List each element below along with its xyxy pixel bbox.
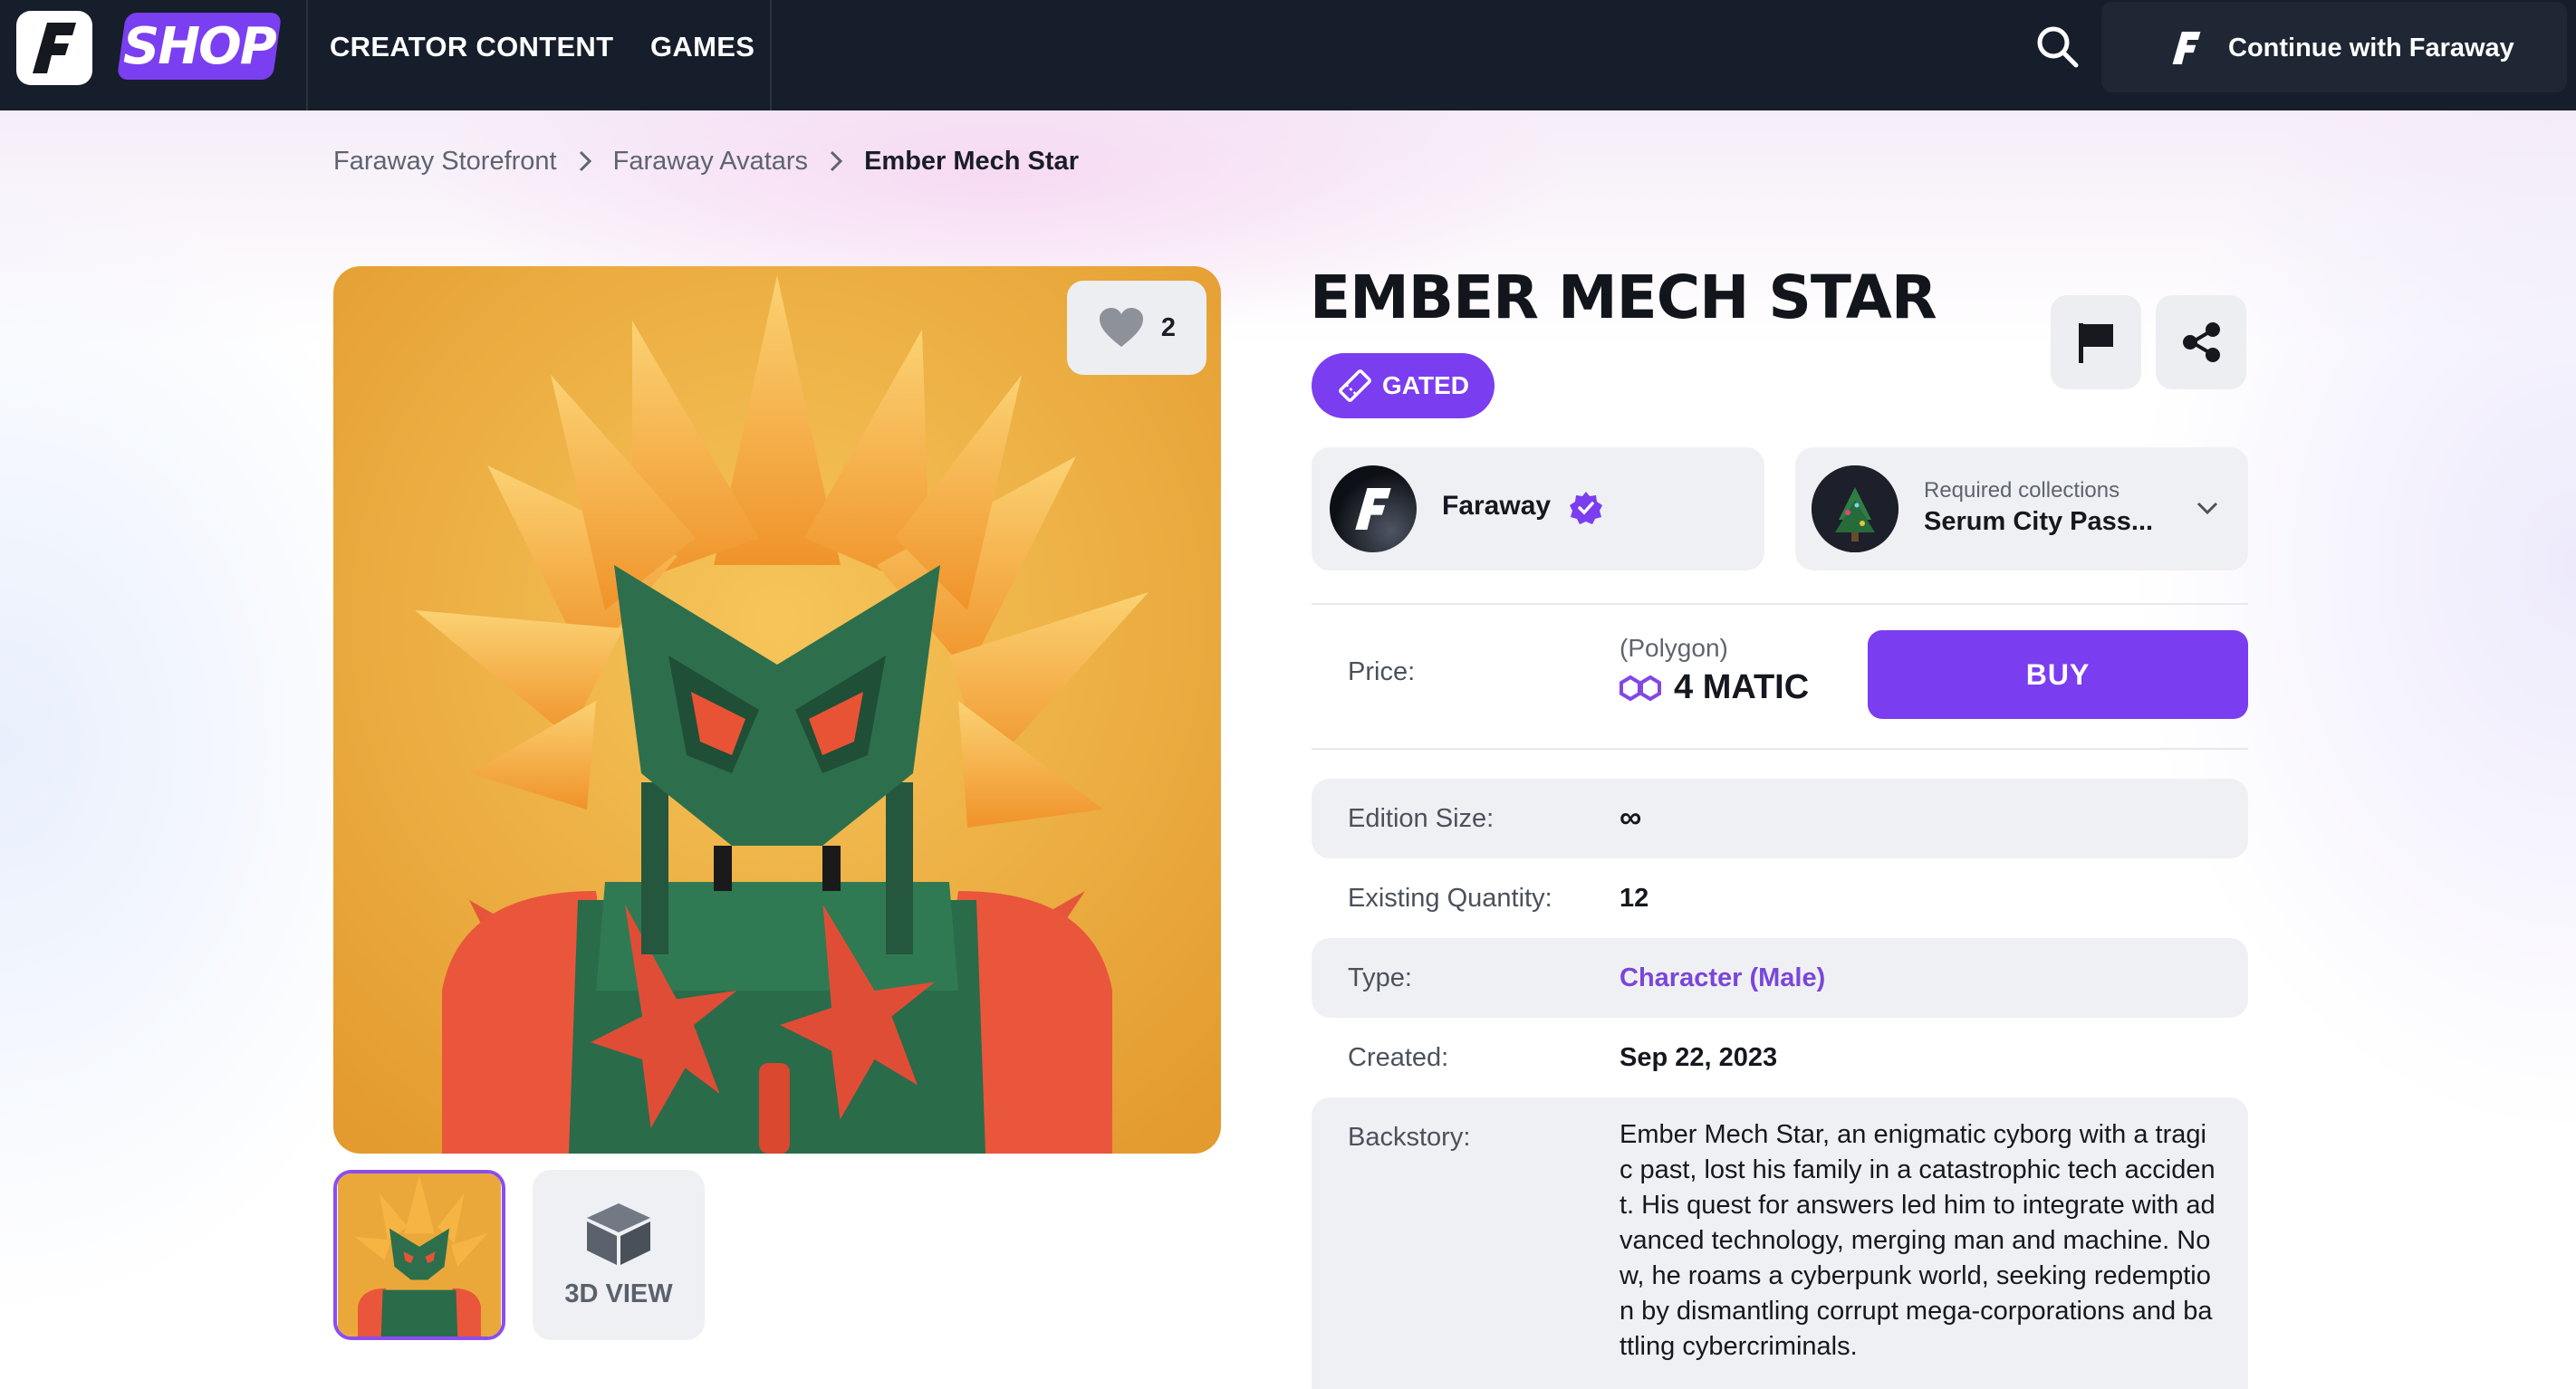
verified-badge-icon bbox=[1570, 492, 1602, 524]
like-button[interactable]: 2 bbox=[1067, 281, 1206, 375]
buy-label: BUY bbox=[2025, 657, 2091, 691]
nav-divider bbox=[770, 0, 772, 110]
collection-thumbnail bbox=[1812, 465, 1898, 552]
divider bbox=[1312, 603, 2248, 605]
nav-divider bbox=[306, 0, 308, 110]
detail-key: Edition Size: bbox=[1348, 804, 1495, 833]
chevron-down-icon bbox=[2196, 502, 2218, 515]
cube-icon bbox=[587, 1202, 650, 1265]
detail-key: Created: bbox=[1348, 1043, 1449, 1072]
price-amount: 4 MATIC bbox=[1674, 668, 1810, 706]
detail-value: Sep 22, 2023 bbox=[1620, 1043, 1778, 1072]
price-label: Price: bbox=[1348, 657, 1416, 686]
nav-link-games[interactable]: GAMES bbox=[650, 27, 755, 67]
faraway-logo-icon bbox=[1355, 488, 1391, 530]
breadcrumb-storefront[interactable]: Faraway Storefront bbox=[333, 147, 557, 177]
share-button[interactable] bbox=[2156, 295, 2246, 389]
3d-view-label: 3D VIEW bbox=[564, 1279, 673, 1308]
3d-view-button[interactable]: 3D VIEW bbox=[533, 1170, 705, 1340]
chevron-right-icon bbox=[828, 149, 844, 173]
gated-label: GATED bbox=[1382, 371, 1469, 399]
search-button[interactable] bbox=[2031, 20, 2085, 74]
required-collections-label: Required collections bbox=[1924, 478, 2120, 503]
ticket-icon bbox=[1339, 369, 1371, 402]
type-link[interactable]: Character (Male) bbox=[1620, 963, 1825, 993]
breadcrumb: Faraway Storefront Faraway Avatars Ember… bbox=[333, 141, 1079, 181]
continue-with-faraway-button[interactable]: Continue with Faraway bbox=[2101, 2, 2567, 92]
item-title: EMBER MECH STAR bbox=[1310, 263, 1937, 332]
continue-label: Continue with Faraway bbox=[2228, 34, 2514, 62]
ember-mech-star-artwork bbox=[333, 266, 1221, 1154]
faraway-logo-icon bbox=[2172, 32, 2201, 64]
buy-button[interactable]: BUY bbox=[1868, 630, 2248, 719]
required-collections-value: Serum City Pass... bbox=[1924, 507, 2154, 536]
heart-icon bbox=[1099, 308, 1143, 347]
faraway-logo-icon[interactable] bbox=[16, 11, 92, 85]
detail-key: Type: bbox=[1348, 963, 1412, 992]
search-icon bbox=[2037, 26, 2079, 68]
detail-value: ∞ bbox=[1620, 800, 1642, 835]
breadcrumb-avatars[interactable]: Faraway Avatars bbox=[613, 147, 808, 177]
like-count: 2 bbox=[1160, 312, 1177, 342]
polygon-icon bbox=[1620, 675, 1661, 701]
detail-row-edition-size: Edition Size: ∞ bbox=[1312, 779, 2248, 858]
report-button[interactable] bbox=[2051, 295, 2141, 389]
detail-key: Backstory: bbox=[1348, 1123, 1471, 1152]
item-main-image[interactable] bbox=[333, 266, 1221, 1154]
detail-key: Existing Quantity: bbox=[1348, 884, 1552, 913]
share-icon bbox=[2183, 322, 2220, 362]
detail-row-backstory: Backstory: Ember Mech Star, an enigmatic… bbox=[1312, 1097, 2248, 1389]
detail-row-created: Created: Sep 22, 2023 bbox=[1312, 1018, 2248, 1097]
avatar bbox=[1330, 465, 1417, 552]
chevron-right-icon bbox=[577, 149, 593, 173]
detail-value: 12 bbox=[1620, 884, 1649, 913]
image-thumbnail[interactable] bbox=[333, 1170, 505, 1340]
price-value: 4 MATIC bbox=[1620, 668, 1809, 707]
flag-icon bbox=[2079, 323, 2113, 363]
top-navigation: SHOP CREATOR CONTENT GAMES Continue with… bbox=[0, 0, 2576, 110]
backstory-text: Ember Mech Star, an enigmatic cyborg wit… bbox=[1620, 1120, 2216, 1361]
shop-logo[interactable]: SHOP bbox=[116, 13, 283, 80]
shop-logo-text: SHOP bbox=[123, 16, 275, 76]
gated-badge: GATED bbox=[1312, 353, 1495, 418]
breadcrumb-current: Ember Mech Star bbox=[864, 146, 1079, 176]
nav-link-creator-content[interactable]: CREATOR CONTENT bbox=[330, 27, 613, 67]
price-network: (Polygon) bbox=[1620, 634, 1728, 662]
detail-row-type: Type: Character (Male) bbox=[1312, 938, 2248, 1018]
creator-card[interactable]: Faraway bbox=[1312, 447, 1764, 570]
divider bbox=[1312, 748, 2248, 750]
creator-name: Faraway bbox=[1442, 491, 1552, 521]
thumbnail-artwork bbox=[338, 1173, 501, 1336]
required-collections-dropdown[interactable]: Required collections Serum City Pass... bbox=[1795, 447, 2248, 570]
detail-row-existing-quantity: Existing Quantity: 12 bbox=[1312, 858, 2248, 938]
